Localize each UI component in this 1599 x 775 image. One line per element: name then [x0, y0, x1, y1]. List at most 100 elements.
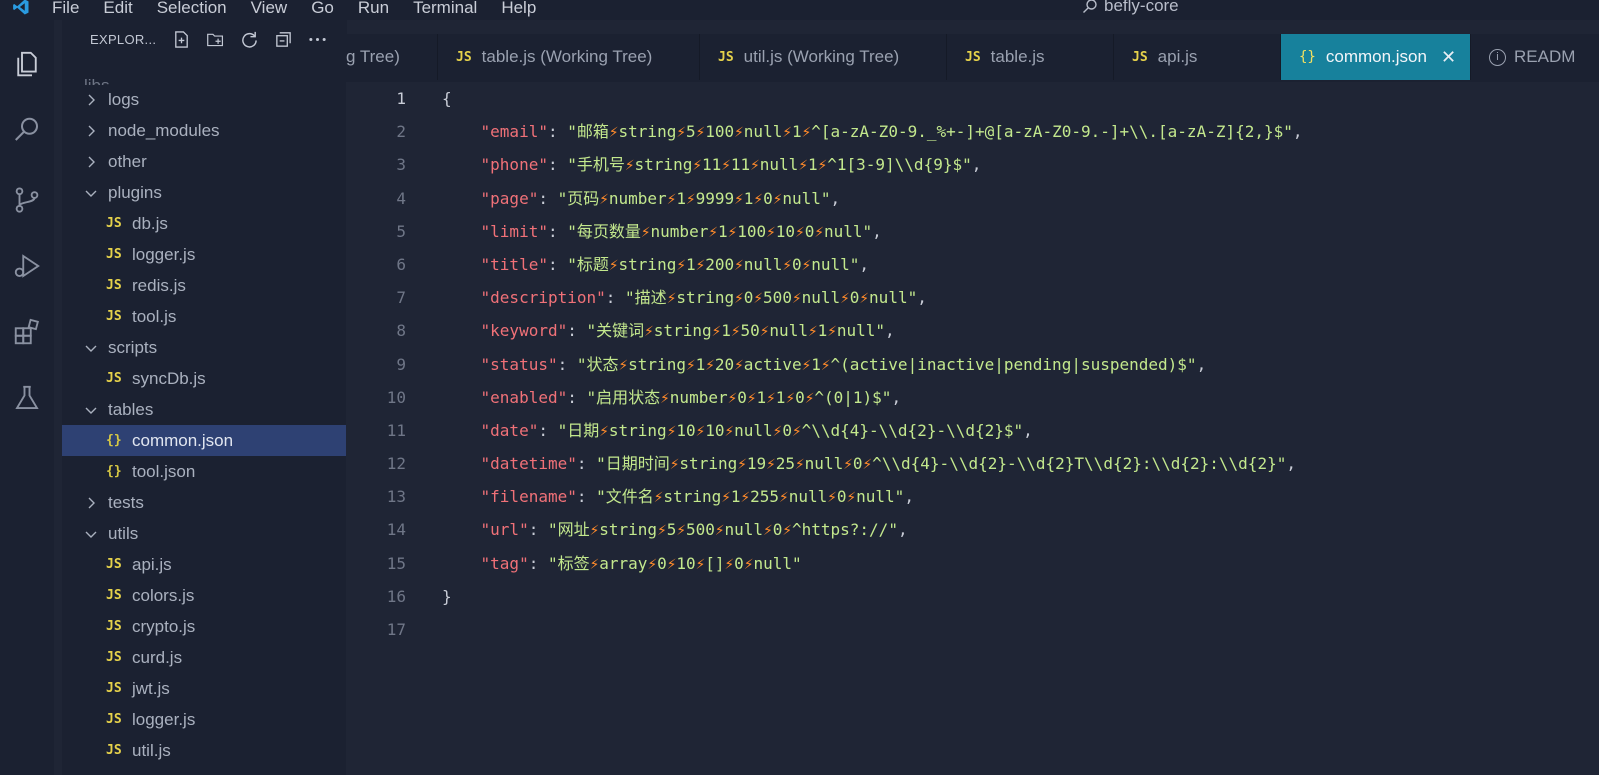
- bolt-icon: ⚡: [840, 288, 850, 308]
- menu-help[interactable]: Help: [501, 0, 536, 18]
- folder-item[interactable]: node_modules: [62, 115, 347, 146]
- file-item[interactable]: JS jwt.js: [62, 673, 347, 704]
- tree-item-label: tables: [108, 399, 154, 419]
- collapse-all-icon[interactable]: [274, 30, 293, 49]
- json-value-part: null: [801, 288, 841, 308]
- js-file-icon: JS: [965, 49, 981, 65]
- json-value-part: 邮箱: [576, 122, 609, 142]
- code-editor[interactable]: 1 2 3 4 5 6 7 8 9 10 11 12 13 14 15 16 17 { "email": "邮箱…: [346, 82, 1599, 775]
- json-value-part: ^1[3-9]\\d{9}$: [827, 155, 963, 175]
- command-center[interactable]: befly-core: [1082, 0, 1179, 16]
- json-comma: ,: [1196, 354, 1207, 374]
- extensions-icon[interactable]: [9, 314, 45, 350]
- string-quote: ": [862, 221, 873, 241]
- json-value-part: 10: [676, 553, 696, 573]
- bolt-icon: ⚡: [647, 553, 658, 573]
- file-item[interactable]: JS tool.js: [62, 301, 347, 332]
- tab[interactable]: i READM: [1471, 34, 1599, 80]
- string-quote: ": [557, 420, 568, 440]
- json-value-part: 每页数量: [576, 221, 641, 241]
- folder-item[interactable]: utils: [62, 518, 347, 549]
- folder-item[interactable]: tests: [62, 487, 347, 518]
- menu-view[interactable]: View: [251, 0, 288, 18]
- json-value-part: 100: [705, 122, 735, 142]
- bolt-icon: ⚡: [801, 122, 812, 142]
- bolt-icon: ⚡: [618, 354, 629, 374]
- tab[interactable]: JS util.js (Working Tree): [700, 34, 947, 80]
- file-item[interactable]: JS crypto.js: [62, 611, 347, 642]
- menu-run[interactable]: Run: [358, 0, 389, 18]
- json-value-part: 9999: [695, 188, 735, 208]
- json-key: "status": [480, 354, 558, 374]
- tab[interactable]: JS api.js: [1114, 34, 1281, 80]
- bolt-icon: ⚡: [753, 188, 764, 208]
- file-item[interactable]: JS db.js: [62, 208, 347, 239]
- string-quote: ": [1186, 354, 1197, 374]
- bolt-icon: ⚡: [766, 454, 776, 474]
- file-item[interactable]: JS util.js: [62, 735, 347, 766]
- json-comma: ,: [830, 188, 841, 208]
- folder-item[interactable]: scripts: [62, 332, 347, 363]
- json-value-part: 0: [734, 553, 744, 573]
- json-value-part: null: [788, 487, 828, 507]
- close-icon[interactable]: ✕: [1441, 47, 1456, 68]
- json-comma: ,: [872, 221, 882, 241]
- menu-go[interactable]: Go: [311, 0, 334, 18]
- vscode-logo-icon[interactable]: [12, 0, 30, 16]
- search-icon[interactable]: [9, 112, 45, 148]
- code-line: "limit": "每页数量⚡number⚡1⚡100⚡10⚡0⚡null",: [442, 215, 1303, 248]
- code-content[interactable]: { "email": "邮箱⚡string⚡5⚡100⚡null⚡1⚡^[a-z…: [442, 82, 1303, 613]
- file-item[interactable]: JS logger.js: [62, 239, 347, 270]
- file-item[interactable]: JS api.js: [62, 549, 347, 580]
- bolt-icon: ⚡: [640, 221, 651, 241]
- json-value-part: 11: [730, 155, 751, 175]
- new-file-icon[interactable]: [172, 30, 191, 49]
- bolt-icon: ⚡: [666, 553, 677, 573]
- menu-file[interactable]: File: [52, 0, 79, 18]
- run-debug-icon[interactable]: [9, 248, 45, 284]
- new-folder-icon[interactable]: [206, 30, 225, 49]
- file-item[interactable]: JS colors.js: [62, 580, 347, 611]
- bolt-icon: ⚡: [734, 354, 744, 374]
- menu-selection[interactable]: Selection: [157, 0, 227, 18]
- tab[interactable]: JS table.js: [947, 34, 1114, 80]
- bolt-icon: ⚡: [599, 188, 609, 208]
- more-icon[interactable]: [308, 30, 327, 49]
- tree-item-label: tool.js: [132, 306, 177, 326]
- tree-item-label: util.js: [132, 740, 171, 760]
- json-value-part: 0: [763, 188, 773, 208]
- json-value-part: 标签: [557, 553, 590, 573]
- tab[interactable]: JS table.js (Working Tree): [438, 34, 700, 80]
- string-quote: ": [625, 288, 635, 308]
- file-item[interactable]: {} common.json: [62, 425, 347, 456]
- explorer-icon[interactable]: [9, 46, 45, 82]
- tab[interactable]: g Tree): [346, 34, 438, 80]
- file-item[interactable]: JS redis.js: [62, 270, 347, 301]
- refresh-icon[interactable]: [240, 30, 259, 49]
- tree-item-label: redis.js: [132, 275, 186, 295]
- file-item[interactable]: {} tool.json: [62, 456, 347, 487]
- menu-terminal[interactable]: Terminal: [413, 0, 477, 18]
- folder-item[interactable]: logs: [62, 84, 347, 115]
- folder-item[interactable]: plugins: [62, 177, 347, 208]
- tab-active[interactable]: {} common.json ✕: [1281, 34, 1471, 80]
- bolt-icon: ⚡: [766, 387, 776, 407]
- source-control-icon[interactable]: [9, 182, 45, 218]
- json-value-part: null: [869, 288, 908, 308]
- menu-bar: File Edit Selection View Go Run Terminal Help: [52, 0, 560, 18]
- folder-item[interactable]: tables: [62, 394, 347, 425]
- bolt-icon: ⚡: [846, 487, 857, 507]
- file-item[interactable]: JS syncDb.js: [62, 363, 347, 394]
- testing-icon[interactable]: [9, 380, 45, 416]
- json-value-part: active: [743, 354, 802, 374]
- code-line: "filename": "文件名⚡string⚡1⚡255⚡null⚡0⚡nul…: [442, 480, 1303, 513]
- code-line: "status": "状态⚡string⚡1⚡20⚡active⚡1⚡^(act…: [442, 348, 1303, 381]
- menu-edit[interactable]: Edit: [103, 0, 132, 18]
- file-item[interactable]: JS curd.js: [62, 642, 347, 673]
- file-item[interactable]: JS logger.js: [62, 704, 347, 735]
- folder-item[interactable]: other: [62, 146, 347, 177]
- bolt-icon: ⚡: [685, 354, 696, 374]
- code-line: "page": "页码⚡number⚡1⚡9999⚡1⚡0⚡null",: [442, 182, 1303, 215]
- json-key: "filename": [480, 487, 577, 507]
- string-quote: ": [586, 387, 597, 407]
